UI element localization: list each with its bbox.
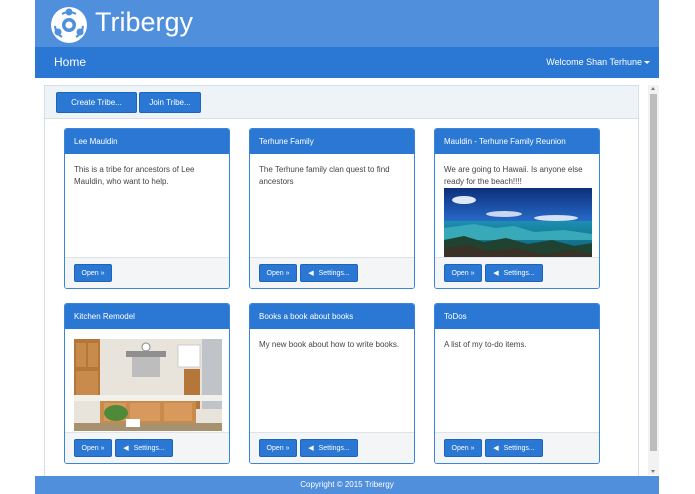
tribe-card-todos: ToDos A list of my to-do items. Open » ◀… [434, 303, 600, 464]
user-menu-label: Welcome Shan Terhune [546, 57, 642, 67]
card-description: A list of my to-do items. [444, 340, 527, 349]
card-description: My new book about how to write books. [259, 340, 400, 349]
beach-photo [444, 188, 592, 259]
megaphone-icon: ◀ [308, 270, 314, 277]
panel-toolbar: Create Tribe... Join Tribe... [45, 86, 638, 119]
card-title: Kitchen Remodel [65, 304, 229, 329]
tribes-panel: Create Tribe... Join Tribe... Lee Mauldi… [44, 85, 639, 480]
card-footer: Open » [65, 257, 229, 288]
brand-bar: Tribergy [35, 0, 659, 47]
card-title: Books a book about books [250, 304, 414, 329]
settings-button[interactable]: ◀ Settings... [115, 439, 173, 457]
kitchen-photo [74, 339, 222, 431]
open-button[interactable]: Open » [259, 439, 297, 457]
brand-name: Tribergy [95, 7, 194, 37]
card-title: Terhune Family [250, 129, 414, 154]
tribe-card-kitchen-remodel: Kitchen Remodel Open » ◀ Settings... [64, 303, 230, 464]
card-footer: Open » ◀ Settings... [250, 432, 414, 463]
card-description: We are going to Hawaii. Is anyone else r… [444, 165, 583, 186]
megaphone-icon: ◀ [493, 270, 499, 277]
tribe-card-books: Books a book about books My new book abo… [249, 303, 415, 464]
settings-label: Settings... [133, 444, 165, 452]
scrollbar-thumb[interactable] [650, 94, 657, 451]
open-button[interactable]: Open » [74, 264, 112, 282]
megaphone-icon: ◀ [493, 445, 499, 452]
app-window: Tribergy Home Welcome Shan Terhune Creat… [35, 0, 659, 494]
open-button[interactable]: Open » [259, 264, 297, 282]
open-button[interactable]: Open » [74, 439, 112, 457]
open-button[interactable]: Open » [444, 264, 482, 282]
tribe-card-family-reunion: Mauldin - Terhune Family Reunion We are … [434, 128, 600, 289]
tribe-card-lee-mauldin: Lee Mauldin This is a tribe for ancestor… [64, 128, 230, 289]
card-title: ToDos [435, 304, 599, 329]
megaphone-icon: ◀ [123, 445, 129, 452]
card-footer: Open » ◀ Settings... [435, 432, 599, 463]
people-network-icon [51, 7, 87, 43]
settings-button[interactable]: ◀ Settings... [300, 264, 358, 282]
card-description: This is a tribe for ancestors of Lee Mau… [74, 165, 195, 186]
card-footer: Open » ◀ Settings... [65, 432, 229, 463]
user-menu[interactable]: Welcome Shan Terhune [546, 47, 650, 78]
create-tribe-button[interactable]: Create Tribe... [56, 92, 137, 113]
join-tribe-button[interactable]: Join Tribe... [139, 92, 201, 113]
navbar: Home Welcome Shan Terhune [35, 47, 659, 78]
scroll-down-arrow-icon[interactable] [651, 470, 655, 473]
card-footer: Open » ◀ Settings... [250, 257, 414, 288]
caret-down-icon [644, 61, 650, 65]
tribe-card-terhune-family: Terhune Family The Terhune family clan q… [249, 128, 415, 289]
settings-button[interactable]: ◀ Settings... [300, 439, 358, 457]
settings-label: Settings... [318, 444, 350, 452]
scroll-up-arrow-icon[interactable] [651, 87, 655, 90]
settings-button[interactable]: ◀ Settings... [485, 439, 543, 457]
megaphone-icon: ◀ [308, 445, 314, 452]
nav-home-link[interactable]: Home [54, 47, 86, 78]
page-footer: Copyright © 2015 Tribergy [35, 476, 659, 494]
settings-label: Settings... [503, 444, 535, 452]
card-title: Mauldin - Terhune Family Reunion [435, 129, 599, 154]
vertical-scrollbar[interactable] [648, 85, 659, 475]
settings-button[interactable]: ◀ Settings... [485, 264, 543, 282]
card-footer: Open » ◀ Settings... [435, 257, 599, 288]
card-title: Lee Mauldin [65, 129, 229, 154]
open-button[interactable]: Open » [444, 439, 482, 457]
card-description: The Terhune family clan quest to find an… [259, 165, 390, 186]
settings-label: Settings... [318, 269, 350, 277]
settings-label: Settings... [503, 269, 535, 277]
